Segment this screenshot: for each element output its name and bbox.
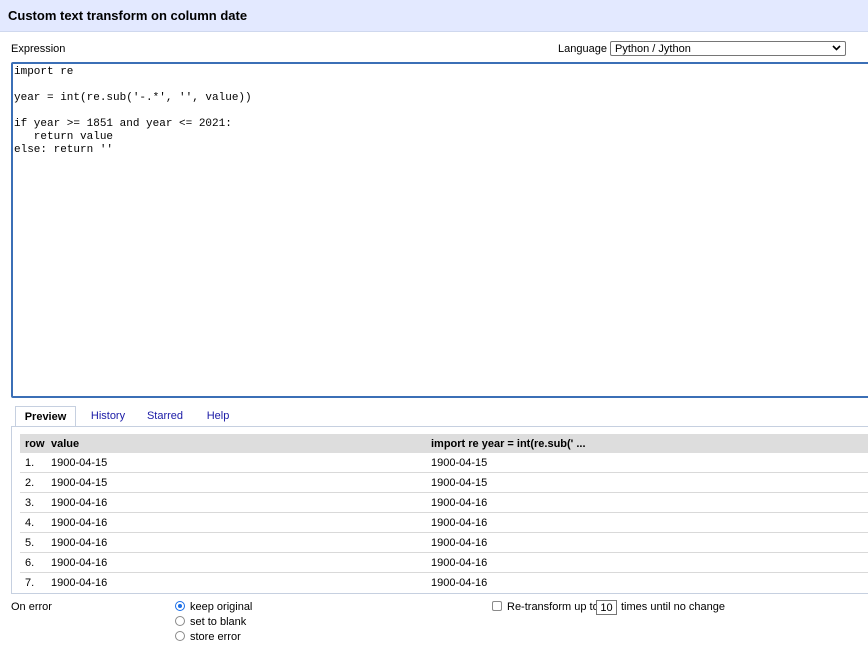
row-number: 3. [25, 497, 35, 509]
keep-original-label: keep original [190, 601, 253, 613]
row-result: 1900-04-15 [431, 477, 488, 489]
set-to-blank-radio[interactable] [175, 616, 185, 626]
column-header-value: value [51, 438, 80, 450]
table-row: 6. 1900-04-16 1900-04-16 [20, 553, 868, 573]
row-result: 1900-04-16 [431, 497, 488, 509]
expression-code: import re year = int(re.sub('-.*', '', v… [14, 66, 252, 156]
preview-tabs: Preview History Starred Help [15, 406, 868, 427]
column-header-result: import re year = int(re.sub(' ... [431, 438, 586, 450]
row-result: 1900-04-16 [431, 557, 488, 569]
row-number: 1. [25, 457, 35, 469]
expression-label: Expression [11, 43, 66, 55]
expression-editor[interactable]: import re year = int(re.sub('-.*', '', v… [11, 62, 868, 398]
tab-starred[interactable]: Starred [142, 406, 188, 426]
dialog-titlebar: Custom text transform on column date [0, 0, 868, 32]
table-row: 4. 1900-04-16 1900-04-16 [20, 513, 868, 533]
tab-preview[interactable]: Preview [15, 406, 76, 427]
row-value: 1900-04-15 [51, 477, 108, 489]
tab-history[interactable]: History [85, 406, 131, 426]
language-label: Language [558, 43, 607, 55]
row-value: 1900-04-16 [51, 517, 108, 529]
table-header: row value import re year = int(re.sub(' … [20, 434, 868, 453]
row-number: 5. [25, 537, 35, 549]
row-result: 1900-04-16 [431, 537, 488, 549]
table-row: 2. 1900-04-15 1900-04-15 [20, 473, 868, 493]
row-value: 1900-04-16 [51, 497, 108, 509]
store-error-radio[interactable] [175, 631, 185, 641]
dialog-title: Custom text transform on column date [8, 8, 248, 23]
retransform-times-input[interactable] [596, 600, 617, 615]
row-number: 6. [25, 557, 35, 569]
tab-help[interactable]: Help [201, 406, 235, 426]
row-number: 4. [25, 517, 35, 529]
store-error-label: store error [190, 631, 241, 643]
row-result: 1900-04-16 [431, 577, 488, 589]
row-result: 1900-04-16 [431, 517, 488, 529]
row-value: 1900-04-16 [51, 577, 108, 589]
row-value: 1900-04-16 [51, 537, 108, 549]
table-row: 3. 1900-04-16 1900-04-16 [20, 493, 868, 513]
language-select-value: Python / Jython [615, 43, 691, 55]
row-result: 1900-04-15 [431, 457, 488, 469]
row-number: 7. [25, 577, 35, 589]
retransform-checkbox[interactable] [492, 601, 502, 611]
column-header-row: row [25, 438, 45, 450]
retransform-label-after: times until no change [621, 601, 725, 613]
table-row: 5. 1900-04-16 1900-04-16 [20, 533, 868, 553]
table-row: 1. 1900-04-15 1900-04-15 [20, 453, 868, 473]
set-to-blank-label: set to blank [190, 616, 247, 628]
preview-table: row value import re year = int(re.sub(' … [20, 434, 868, 592]
on-error-label: On error [11, 601, 52, 613]
language-select[interactable]: Python / Jython [610, 41, 846, 56]
chevron-down-icon [831, 42, 842, 56]
keep-original-radio[interactable] [175, 601, 185, 611]
retransform-option: Re-transform up to times until no change [492, 600, 752, 616]
retransform-label-before: Re-transform up to [507, 601, 599, 613]
table-row: 7. 1900-04-16 1900-04-16 [20, 573, 868, 592]
row-number: 2. [25, 477, 35, 489]
row-value: 1900-04-15 [51, 457, 108, 469]
row-value: 1900-04-16 [51, 557, 108, 569]
